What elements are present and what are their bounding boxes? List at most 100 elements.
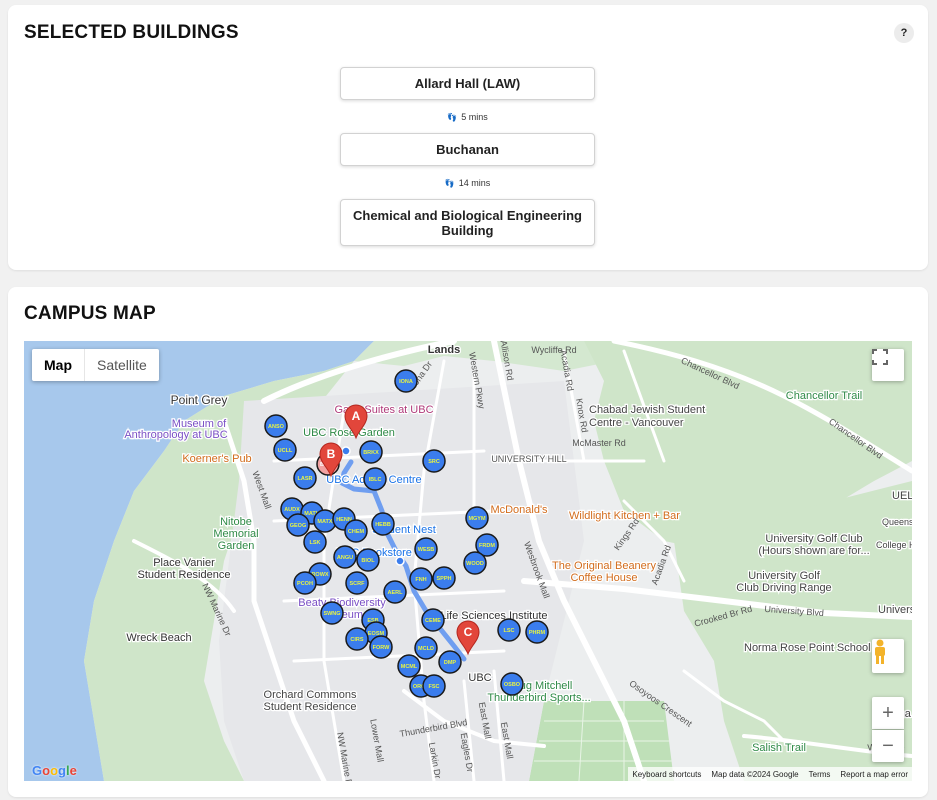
place-label: Thunderbird Sports... xyxy=(487,692,590,704)
fullscreen-button[interactable] xyxy=(872,349,904,381)
building-marker-chem[interactable]: CHEM xyxy=(344,519,368,543)
building-card-1[interactable]: Allard Hall (LAW) xyxy=(340,67,595,100)
building-marker-mcml[interactable]: MCML xyxy=(397,654,421,678)
building-marker-lasr[interactable]: LASR xyxy=(293,466,317,490)
campus-map[interactable]: Lands Point Grey Museum of Anthropology at … xyxy=(24,341,912,781)
building-marker-aerl[interactable]: AERL xyxy=(383,580,407,604)
marker-code: GEOG xyxy=(290,523,307,529)
place-label: Queens xyxy=(882,517,912,527)
marker-code: WESB xyxy=(418,547,435,553)
pin-letter: B xyxy=(327,447,336,461)
marker-code: SRC xyxy=(428,459,440,465)
marker-code: OSBO xyxy=(504,682,521,688)
building-marker-iona[interactable]: IONA xyxy=(394,369,418,393)
building-marker-hebb[interactable]: HEBB xyxy=(371,512,395,536)
map-type-map-button[interactable]: Map xyxy=(32,349,84,381)
terms-link[interactable]: Terms xyxy=(809,770,831,779)
building-marker-lsk[interactable]: LSK xyxy=(303,530,327,554)
building-marker-geog[interactable]: GEOG xyxy=(286,513,310,537)
building-marker-forw[interactable]: FORW xyxy=(369,635,393,659)
building-marker-ceme[interactable]: CEME xyxy=(421,608,445,632)
place-label: Nitobe xyxy=(220,516,252,528)
marker-code: AERL xyxy=(388,590,404,596)
selected-buildings-title: SELECTED BUILDINGS xyxy=(24,22,239,43)
google-logo: Google xyxy=(32,763,77,778)
building-marker-phrm[interactable]: PHRM xyxy=(525,620,549,644)
street-view-pegman[interactable] xyxy=(872,639,904,673)
marker-code: SWNG xyxy=(323,611,340,617)
place-label: Club Driving Range xyxy=(736,582,831,594)
building-marker-swng[interactable]: SWNG xyxy=(320,601,344,625)
zoom-out-button[interactable]: − xyxy=(872,730,904,762)
building-marker-ucll[interactable]: UCLL xyxy=(273,438,297,462)
building-marker-cirs[interactable]: CIRS xyxy=(345,627,369,651)
building-marker-scrf[interactable]: SCRF xyxy=(345,571,369,595)
report-error-link[interactable]: Report a map error xyxy=(840,770,908,779)
pin-letter: C xyxy=(464,625,473,639)
building-card-3[interactable]: Chemical and Biological Engineering Buil… xyxy=(340,199,595,246)
marker-code: CIRS xyxy=(350,637,363,643)
building-marker-wood[interactable]: WOOD xyxy=(463,551,487,575)
place-label: UBC Rose Garden xyxy=(303,427,395,439)
map-type-control: Map Satellite xyxy=(32,349,159,381)
marker-code: FSC xyxy=(429,684,440,690)
building-marker-dmp[interactable]: DMP xyxy=(438,650,462,674)
help-button[interactable]: ? xyxy=(894,23,914,43)
map-type-satellite-button[interactable]: Satellite xyxy=(84,349,159,381)
building-marker-wesb[interactable]: WESB xyxy=(414,537,438,561)
marker-code: FNH xyxy=(415,577,426,583)
marker-code: UCLL xyxy=(278,448,293,454)
campus-map-title: CAMPUS MAP xyxy=(24,303,156,324)
place-label: Place Vanier xyxy=(153,557,215,569)
map-canvas[interactable]: LandsPoint GreyMuseum ofAnthropology at … xyxy=(24,341,912,781)
place-label: Orchard Commons xyxy=(264,689,357,701)
walk-time-1: 👣 5 mins xyxy=(340,112,595,122)
place-label: Wildlight Kitchen + Bar xyxy=(569,510,680,522)
marker-code: IONA xyxy=(399,379,413,385)
building-marker-mgym[interactable]: MGYM xyxy=(465,506,489,530)
zoom-in-button[interactable]: + xyxy=(872,697,904,729)
marker-code: WOOD xyxy=(466,561,484,567)
place-label: Student Residence xyxy=(138,569,231,581)
marker-code: LASR xyxy=(298,476,313,482)
place-label: University Golf Club xyxy=(765,533,862,545)
building-marker-pcoh[interactable]: PCOH xyxy=(293,571,317,595)
building-marker-angu[interactable]: ANGU xyxy=(333,545,357,569)
building-marker-osbo[interactable]: OSBO xyxy=(500,672,524,696)
place-label: Beaty Biodiversity xyxy=(298,597,386,609)
keyboard-shortcuts-link[interactable]: Keyboard shortcuts xyxy=(632,770,701,779)
building-marker-spph[interactable]: SPPH xyxy=(432,566,456,590)
building-marker-biol[interactable]: BIOL xyxy=(356,548,380,572)
place-label: Garden xyxy=(218,540,255,552)
place-label: Point Grey xyxy=(171,393,228,407)
place-label: Norma Rose Point School xyxy=(744,642,871,654)
building-marker-src[interactable]: SRC xyxy=(422,449,446,473)
place-label: Chabad Jewish Student xyxy=(589,404,705,416)
building-marker-mcld[interactable]: MCLD xyxy=(414,636,438,660)
campus-map-panel: CAMPUS MAP Lands Point Grey Museum of An… xyxy=(8,287,928,797)
pegman-icon xyxy=(875,639,885,664)
marker-code: LSK xyxy=(310,540,321,546)
footprints-icon: 👣 xyxy=(447,113,458,122)
building-marker-fsc[interactable]: FSC xyxy=(422,674,446,698)
marker-code: MATX xyxy=(317,519,333,525)
marker-code: CEME xyxy=(425,618,441,624)
walk-time-2-label: 14 mins xyxy=(458,178,491,188)
building-marker-fnh[interactable]: FNH xyxy=(409,567,433,591)
building-marker-anso[interactable]: ANSO xyxy=(264,414,288,438)
marker-code: ANSO xyxy=(268,424,285,430)
place-label: Student Residence xyxy=(264,701,357,713)
place-label: McDonald's xyxy=(490,504,548,516)
marker-code: BIOL xyxy=(361,558,375,564)
marker-code: FRDM xyxy=(479,543,495,549)
place-label: Life Sciences Institute xyxy=(440,610,547,622)
marker-code: ANGU xyxy=(337,555,353,561)
building-marker-brkx[interactable]: BRKX xyxy=(359,440,383,464)
place-label: Coffee House xyxy=(570,572,637,584)
marker-code: FORW xyxy=(373,645,391,651)
building-card-2[interactable]: Buchanan xyxy=(340,133,595,166)
building-marker-iblc[interactable]: IBLC xyxy=(363,467,387,491)
building-marker-lsc[interactable]: LSC xyxy=(497,618,521,642)
marker-code: PHRM xyxy=(529,630,546,636)
marker-code: MCML xyxy=(401,664,418,670)
